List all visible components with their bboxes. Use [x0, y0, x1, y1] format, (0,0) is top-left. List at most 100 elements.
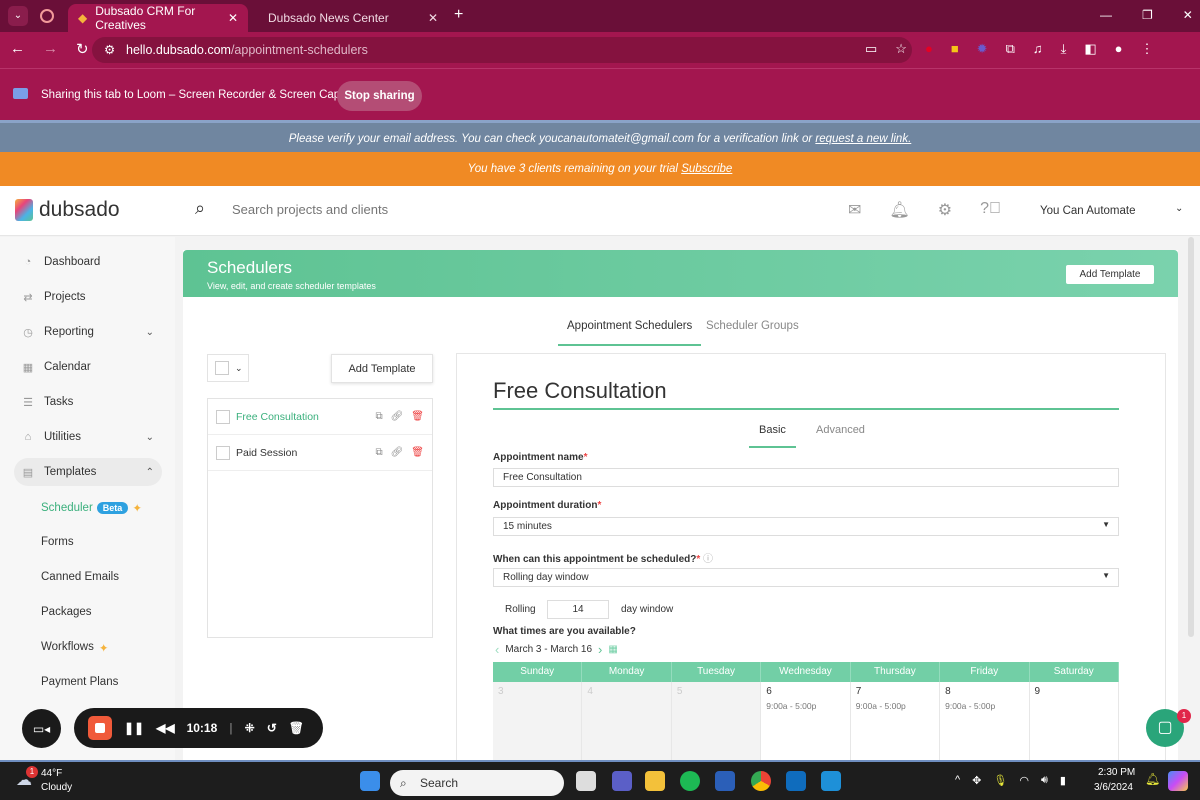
tab-dubsado-crm[interactable]: ◆ Dubsado CRM For Creatives ✕: [68, 4, 248, 32]
day-cell[interactable]: 6 9:00a - 5:00p: [761, 682, 851, 762]
close-window-icon[interactable]: ✕: [1183, 8, 1193, 22]
copy-icon[interactable]: ⧉: [375, 411, 382, 422]
battery-icon[interactable]: ▮: [1060, 774, 1066, 787]
trash-icon[interactable]: 🗑︎: [411, 411, 424, 422]
chevron-down-icon[interactable]: ⌄: [1175, 203, 1183, 214]
restart-icon[interactable]: ↺: [267, 721, 277, 735]
microphone-icon[interactable]: 🎙︎: [993, 774, 1007, 787]
stop-recording-button[interactable]: [88, 716, 112, 740]
editor-title[interactable]: Free Consultation: [493, 378, 1119, 410]
list-item[interactable]: Free Consultation ⧉ 🔗︎ 🗑︎: [208, 399, 432, 435]
stop-sharing-button[interactable]: Stop sharing: [337, 81, 422, 111]
list-item[interactable]: Paid Session ⧉ 🔗︎ 🗑︎: [208, 435, 432, 471]
tab-scheduler-groups[interactable]: Scheduler Groups: [706, 320, 799, 332]
url-field[interactable]: ⚙ hello.dubsado.com/appointment-scheduler…: [92, 37, 912, 63]
outlook-icon[interactable]: [786, 771, 806, 791]
close-icon[interactable]: ✕: [428, 11, 438, 25]
help-icon[interactable]: ⓘ: [703, 554, 713, 565]
word-icon[interactable]: [715, 771, 735, 791]
cast-icon[interactable]: ▭: [865, 41, 877, 57]
store-icon[interactable]: [821, 771, 841, 791]
file-explorer-icon[interactable]: [645, 771, 665, 791]
clock-time[interactable]: 2:30 PM: [1098, 767, 1135, 778]
add-template-button[interactable]: Add Template: [1066, 265, 1154, 284]
download-icon[interactable]: ⤓: [1061, 41, 1067, 57]
site-info-icon[interactable]: ⚙: [104, 37, 115, 63]
side-panel-icon[interactable]: ◧: [1084, 41, 1096, 57]
loom-camera-button[interactable]: ▭◂: [22, 709, 61, 748]
tab-advanced[interactable]: Advanced: [816, 424, 865, 436]
sidebar-item-utilities[interactable]: ⌂ Utilities ⌄: [14, 423, 162, 451]
dubsado-logo[interactable]: dubsado: [15, 198, 120, 222]
gear-icon[interactable]: ⚙: [938, 200, 952, 220]
search-icon[interactable]: ⌕: [195, 198, 205, 219]
teams-icon[interactable]: [612, 771, 632, 791]
prev-week-icon[interactable]: ‹: [495, 642, 499, 657]
bell-icon[interactable]: 🔔︎: [889, 200, 909, 220]
link-icon[interactable]: 🔗︎: [391, 447, 404, 458]
checkbox[interactable]: [215, 361, 229, 375]
extension-icon[interactable]: ✹: [977, 41, 988, 57]
draw-icon[interactable]: ⁜: [245, 721, 255, 735]
checkbox[interactable]: [216, 445, 230, 460]
maximize-icon[interactable]: ❐: [1142, 8, 1153, 22]
list-add-template-button[interactable]: Add Template: [331, 354, 433, 383]
copy-icon[interactable]: ⧉: [375, 447, 382, 458]
sidebar-item-templates[interactable]: ▤ Templates ⌃: [14, 458, 162, 486]
copilot-icon[interactable]: [1168, 771, 1188, 791]
calendar-icon[interactable]: ▦: [608, 644, 617, 655]
search-input[interactable]: [232, 202, 532, 217]
new-tab-button[interactable]: +: [454, 6, 463, 24]
task-view-icon[interactable]: [576, 771, 596, 791]
day-cell[interactable]: 7 9:00a - 5:00p: [851, 682, 941, 762]
extension-icon[interactable]: ■: [951, 41, 959, 57]
subscribe-link[interactable]: Subscribe: [681, 163, 732, 175]
start-icon[interactable]: [360, 771, 380, 791]
spotify-icon[interactable]: [680, 771, 700, 791]
day-cell[interactable]: 5: [671, 682, 762, 762]
day-cell[interactable]: 9: [1030, 682, 1119, 762]
pause-icon[interactable]: ❚❚: [124, 721, 144, 735]
profile-avatar[interactable]: ●: [1115, 41, 1123, 57]
menu-icon[interactable]: ⋮: [1141, 41, 1154, 57]
link-icon[interactable]: 🔗︎: [391, 411, 404, 422]
pinterest-extension-icon[interactable]: ●: [925, 41, 933, 57]
help-icon[interactable]: ?⃝: [980, 200, 1001, 220]
reload-icon[interactable]: ↻: [76, 40, 89, 58]
dropbox-icon[interactable]: ✥: [972, 774, 981, 787]
sidebar-item-tasks[interactable]: ☰ Tasks: [14, 388, 162, 416]
trash-icon[interactable]: 🗑︎: [289, 721, 304, 735]
tab-search-button[interactable]: ⌄: [8, 6, 28, 26]
user-menu[interactable]: You Can Automate: [1040, 205, 1135, 217]
chrome-icon[interactable]: [751, 771, 771, 791]
sidebar-sub-canned-emails[interactable]: Canned Emails: [41, 571, 119, 583]
day-cell[interactable]: 8 9:00a - 5:00p: [940, 682, 1030, 762]
tab-basic[interactable]: Basic: [749, 424, 796, 448]
forward-icon[interactable]: →: [43, 40, 58, 58]
back-icon[interactable]: ←: [10, 40, 25, 58]
extensions-puzzle-icon[interactable]: ⧉: [1006, 41, 1015, 57]
notification-bell-icon[interactable]: 🔔︎: [1145, 772, 1160, 786]
trash-icon[interactable]: 🗑︎: [411, 447, 424, 458]
mail-icon[interactable]: ✉: [848, 200, 861, 220]
sidebar-sub-scheduler[interactable]: Scheduler Beta ✦: [41, 501, 142, 515]
day-cell[interactable]: 3: [493, 682, 583, 762]
sidebar-item-dashboard[interactable]: ◔ Dashboard: [14, 248, 162, 276]
appointment-name-input[interactable]: Free Consultation: [493, 468, 1119, 487]
sidebar-sub-payment-plans[interactable]: Payment Plans: [41, 676, 118, 688]
clock-date[interactable]: 3/6/2024: [1094, 782, 1133, 793]
rolling-days-input[interactable]: 14: [547, 600, 609, 619]
request-link[interactable]: request a new link.: [815, 133, 911, 145]
chevron-up-icon[interactable]: ^: [955, 774, 960, 787]
day-cell[interactable]: 4: [582, 682, 672, 762]
next-week-icon[interactable]: ›: [598, 642, 602, 657]
rewind-icon[interactable]: ◀◀: [156, 721, 174, 735]
wifi-icon[interactable]: ◠: [1019, 774, 1029, 787]
bookmark-star-icon[interactable]: ☆: [895, 41, 907, 57]
tab-news-center[interactable]: Dubsado News Center ✕: [258, 4, 448, 32]
volume-icon[interactable]: 🔊︎: [1041, 774, 1048, 787]
minimize-icon[interactable]: —: [1100, 8, 1112, 22]
scrollbar[interactable]: [1188, 237, 1194, 637]
checkbox[interactable]: [216, 409, 230, 424]
select-all-dropdown[interactable]: ⌄: [207, 354, 249, 382]
